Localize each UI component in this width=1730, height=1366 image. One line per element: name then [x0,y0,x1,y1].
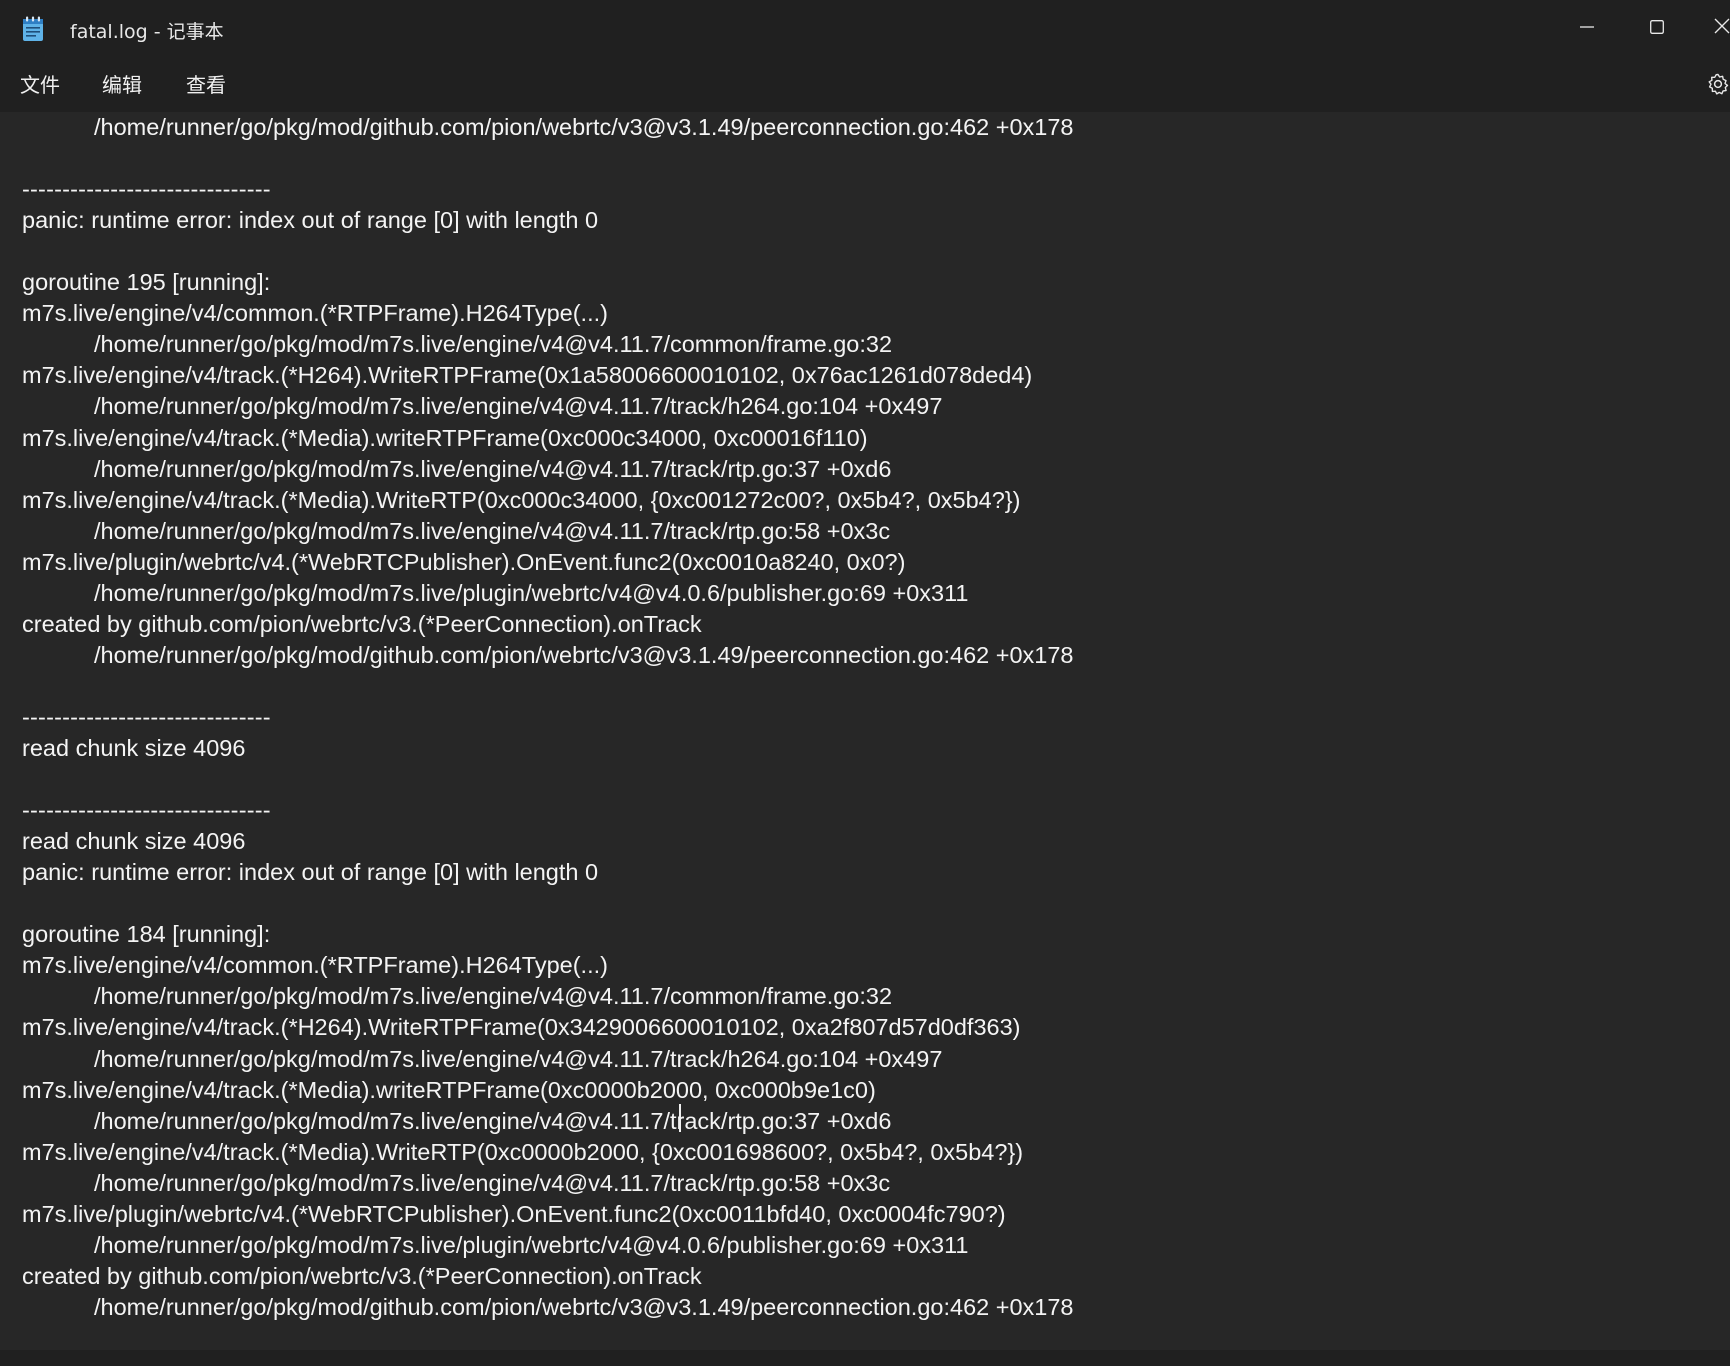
log-line: m7s.live/engine/v4/track.(*Media).WriteR… [22,486,1021,513]
status-bar-edge [0,1350,1730,1366]
log-line: m7s.live/plugin/webrtc/v4.(*WebRTCPublis… [22,548,906,575]
menu-item-edit[interactable]: 编辑 [102,70,142,100]
close-icon [1714,18,1730,38]
log-line: m7s.live/engine/v4/track.(*Media).writeR… [22,424,868,451]
log-line: /home/runner/go/pkg/mod/github.com/pion/… [94,1293,1074,1320]
minimize-icon [1580,19,1594,38]
notepad-icon [22,16,44,42]
log-line: m7s.live/plugin/webrtc/v4.(*WebRTCPublis… [22,1200,1006,1227]
close-button[interactable] [1690,0,1730,56]
log-line: /home/runner/go/pkg/mod/m7s.live/engine/… [94,517,891,544]
log-line: m7s.live/engine/v4/track.(*Media).WriteR… [22,1138,1024,1165]
log-line: /home/runner/go/pkg/mod/m7s.live/plugin/… [94,579,969,606]
maximize-icon [1650,19,1664,38]
log-line: panic: runtime error: index out of range… [22,207,599,234]
log-line: /home/runner/go/pkg/mod/m7s.live/engine/… [94,455,892,482]
menu-item-view[interactable]: 查看 [186,70,226,100]
log-line: created by github.com/pion/webrtc/v3.(*P… [22,1262,702,1289]
log-line: /home/runner/go/pkg/mod/m7s.live/engine/… [94,1169,891,1196]
log-line: m7s.live/engine/v4/track.(*Media).writeR… [22,1076,876,1103]
log-line: /home/runner/go/pkg/mod/m7s.live/engine/… [94,1045,943,1072]
log-line: /home/runner/go/pkg/mod/github.com/pion/… [94,641,1074,668]
log-line: m7s.live/engine/v4/common.(*RTPFrame).H2… [22,952,608,979]
menu-bar: 文件 编辑 查看 [0,58,1730,112]
log-line: /home/runner/go/pkg/mod/github.com/pion/… [94,114,1074,140]
log-line: /home/runner/go/pkg/mod/m7s.live/engine/… [94,1107,892,1134]
menu-item-file[interactable]: 文件 [20,70,60,100]
log-line: m7s.live/engine/v4/track.(*H264).WriteRT… [22,1014,1021,1041]
log-line: m7s.live/engine/v4/track.(*H264).WriteRT… [22,362,1033,389]
maximize-button[interactable] [1622,0,1692,56]
title-bar[interactable]: fatal.log - 记事本 [0,0,1730,58]
log-line: ------------------------------- [22,703,271,730]
log-line: /home/runner/go/pkg/mod/m7s.live/engine/… [94,393,943,420]
log-line: /home/runner/go/pkg/mod/m7s.live/engine/… [94,331,893,358]
log-line: m7s.live/engine/v4/common.(*RTPFrame).H2… [22,300,608,327]
log-line: read chunk size 4096 [22,735,246,761]
text-editor-area[interactable]: /home/runner/go/pkg/mod/github.com/pion/… [0,112,1730,1350]
text-cursor [679,1104,681,1132]
notepad-window: fatal.log - 记事本 文件 编辑 查看 /home/runner/go… [0,0,1730,1366]
log-line: ------------------------------- [22,797,271,824]
minimize-button[interactable] [1552,0,1622,56]
log-line: read chunk size 4096 [22,828,246,855]
log-line: ------------------------------- [22,176,271,203]
log-line: /home/runner/go/pkg/mod/m7s.live/plugin/… [94,1231,969,1258]
log-line: /home/runner/go/pkg/mod/m7s.live/engine/… [94,983,893,1010]
gear-icon[interactable] [1706,72,1730,96]
window-title: fatal.log - 记事本 [70,21,224,43]
log-line: goroutine 184 [running]: [22,921,271,948]
log-line: created by github.com/pion/webrtc/v3.(*P… [22,610,702,637]
log-line: goroutine 195 [running]: [22,269,271,296]
log-line: panic: runtime error: index out of range… [22,859,599,886]
